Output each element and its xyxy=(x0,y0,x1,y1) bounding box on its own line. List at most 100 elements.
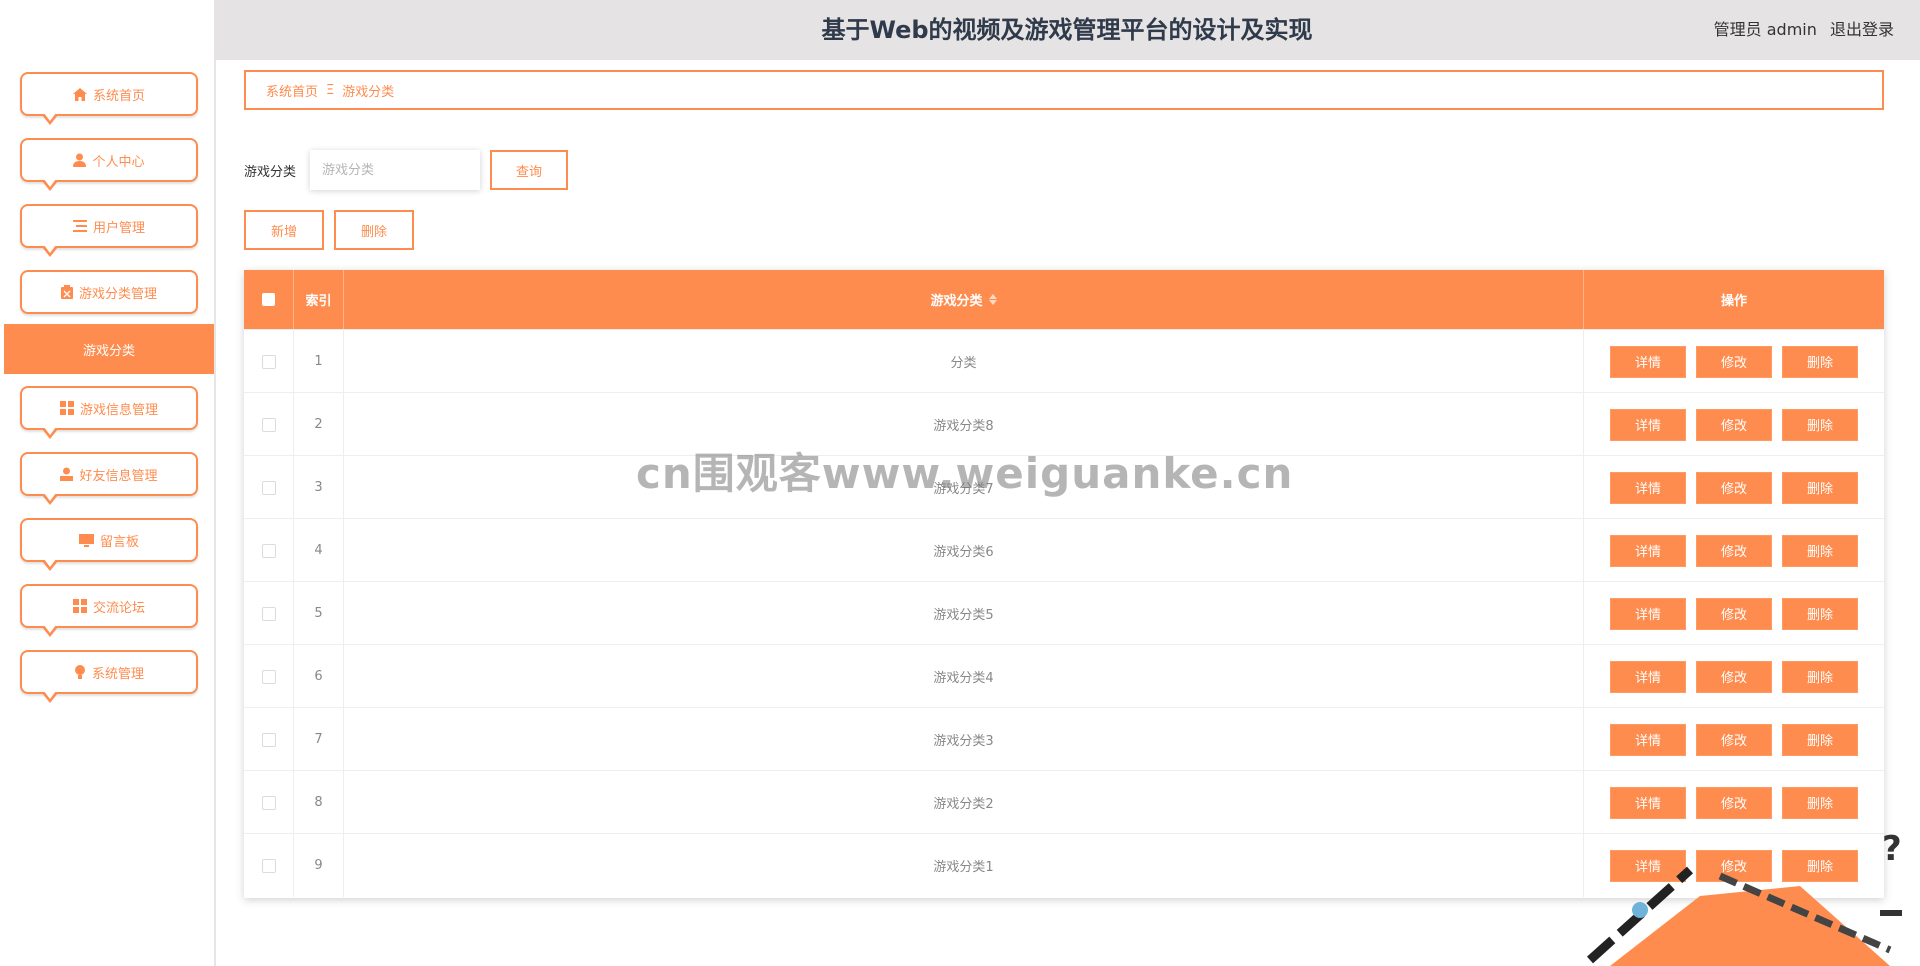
edit-button[interactable]: 修改 xyxy=(1696,723,1772,756)
row-checkbox[interactable] xyxy=(261,480,276,495)
row-category-name: 游戏分类3 xyxy=(344,708,1584,771)
column-header-category[interactable]: 游戏分类 xyxy=(344,270,1584,329)
row-check-cell xyxy=(244,771,294,834)
row-category-name: 游戏分类5 xyxy=(344,582,1584,645)
sidebar-item-message-board[interactable]: 留言板 xyxy=(20,518,198,571)
row-checkbox[interactable] xyxy=(261,795,276,810)
sidebar-item-forum[interactable]: 交流论坛 xyxy=(20,584,198,637)
row-delete-button[interactable]: 删除 xyxy=(1782,534,1858,567)
sidebar-item-game-category-mgmt[interactable]: 游戏分类管理 xyxy=(20,270,198,314)
table-row: 1 分类 详情 修改 删除 xyxy=(244,329,1884,393)
row-delete-button[interactable]: 删除 xyxy=(1782,345,1858,378)
row-checkbox[interactable] xyxy=(261,543,276,558)
sidebar-item-label: 游戏分类管理 xyxy=(78,286,157,302)
add-button[interactable]: 新增 xyxy=(244,210,324,250)
detail-button[interactable]: 详情 xyxy=(1610,471,1686,504)
detail-button[interactable]: 详情 xyxy=(1610,345,1686,378)
row-check-cell xyxy=(244,456,294,519)
row-checkbox[interactable] xyxy=(261,732,276,747)
row-actions: 详情 修改 删除 xyxy=(1584,582,1884,645)
row-delete-button[interactable]: 删除 xyxy=(1782,408,1858,441)
table-row: 6 游戏分类4 详情 修改 删除 xyxy=(244,644,1884,708)
row-checkbox[interactable] xyxy=(261,858,276,873)
table-row: 8 游戏分类2 详情 修改 删除 xyxy=(244,770,1884,834)
detail-button[interactable]: 详情 xyxy=(1610,597,1686,630)
grid-icon xyxy=(72,599,87,613)
row-check-cell xyxy=(244,645,294,708)
row-category-name: 游戏分类6 xyxy=(344,519,1584,582)
row-actions: 详情 修改 删除 xyxy=(1584,708,1884,771)
row-index: 6 xyxy=(294,645,344,708)
sidebar-item-friend-info-mgmt[interactable]: 好友信息管理 xyxy=(20,452,198,505)
row-delete-button[interactable]: 删除 xyxy=(1782,471,1858,504)
table-row: 5 游戏分类5 详情 修改 删除 xyxy=(244,581,1884,645)
sidebar-item-home[interactable]: 系统首页 xyxy=(20,72,198,125)
sidebar-item-label: 交流论坛 xyxy=(92,600,145,616)
sidebar-item-game-info-mgmt[interactable]: 游戏信息管理 xyxy=(20,386,198,439)
query-button[interactable]: 查询 xyxy=(490,150,568,190)
row-delete-button[interactable]: 删除 xyxy=(1782,723,1858,756)
page-title: 基于Web的视频及游戏管理平台的设计及实现 xyxy=(821,16,1313,44)
row-index: 4 xyxy=(294,519,344,582)
row-checkbox[interactable] xyxy=(261,606,276,621)
sidebar-item-profile[interactable]: 个人中心 xyxy=(20,138,198,191)
select-all-checkbox[interactable] xyxy=(262,293,275,306)
row-checkbox[interactable] xyxy=(261,354,276,369)
row-checkbox[interactable] xyxy=(261,669,276,684)
row-check-cell xyxy=(244,330,294,393)
clipboard-icon xyxy=(60,285,73,299)
detail-button[interactable]: 详情 xyxy=(1610,660,1686,693)
row-check-cell xyxy=(244,519,294,582)
row-delete-button[interactable]: 删除 xyxy=(1782,597,1858,630)
edit-button[interactable]: 修改 xyxy=(1696,345,1772,378)
search-input[interactable] xyxy=(310,150,480,190)
edit-button[interactable]: 修改 xyxy=(1696,408,1772,441)
select-all-cell xyxy=(244,270,294,329)
row-category-name: 分类 xyxy=(344,330,1584,393)
edit-button[interactable]: 修改 xyxy=(1696,786,1772,819)
delete-button[interactable]: 删除 xyxy=(334,210,414,250)
row-check-cell xyxy=(244,708,294,771)
sort-icon[interactable] xyxy=(988,294,997,305)
row-checkbox[interactable] xyxy=(261,417,276,432)
sidebar-item-label: 留言板 xyxy=(99,534,139,550)
bulb-icon xyxy=(74,665,86,679)
row-index: 3 xyxy=(294,456,344,519)
sidebar: 系统首页 个人中心 用户管理 游戏分类管理 游戏分类 游戏信息管理 好友信息管理… xyxy=(0,0,216,966)
detail-button[interactable]: 详情 xyxy=(1610,786,1686,819)
row-delete-button[interactable]: 删除 xyxy=(1782,786,1858,819)
sidebar-item-label: 个人中心 xyxy=(92,154,145,170)
logout-link[interactable]: 退出登录 xyxy=(1830,20,1894,39)
row-actions: 详情 修改 删除 xyxy=(1584,645,1884,708)
sidebar-subitem-label: 游戏分类 xyxy=(82,343,135,359)
column-header-label: 游戏分类 xyxy=(930,294,983,309)
breadcrumb-separator: Ξ xyxy=(326,82,335,98)
user-label: 管理员 admin xyxy=(1713,20,1817,39)
row-actions: 详情 修改 删除 xyxy=(1584,519,1884,582)
edit-button[interactable]: 修改 xyxy=(1696,471,1772,504)
breadcrumb-home[interactable]: 系统首页 xyxy=(266,81,318,100)
table-row: 4 游戏分类6 详情 修改 删除 xyxy=(244,518,1884,582)
detail-button[interactable]: 详情 xyxy=(1610,723,1686,756)
edit-button[interactable]: 修改 xyxy=(1696,660,1772,693)
row-index: 1 xyxy=(294,330,344,393)
data-table: 索引 游戏分类 操作 1 分类 详情 修改 删除 2 游戏分类8 详情 修改 删除 3 游戏分类7 详情… xyxy=(244,270,1884,898)
detail-button[interactable]: 详情 xyxy=(1610,408,1686,441)
edit-button[interactable]: 修改 xyxy=(1696,597,1772,630)
row-index: 8 xyxy=(294,771,344,834)
sidebar-item-label: 系统管理 xyxy=(91,666,144,682)
search-label: 游戏分类 xyxy=(244,165,297,180)
row-delete-button[interactable]: 删除 xyxy=(1782,660,1858,693)
sidebar-item-label: 游戏信息管理 xyxy=(79,402,158,418)
user-area: 管理员 admin 退出登录 xyxy=(1706,0,1894,60)
edit-button[interactable]: 修改 xyxy=(1696,534,1772,567)
list-icon xyxy=(72,220,87,232)
sidebar-item-users[interactable]: 用户管理 xyxy=(20,204,198,257)
top-bar: 基于Web的视频及游戏管理平台的设计及实现 管理员 admin 退出登录 xyxy=(214,0,1920,60)
detail-button[interactable]: 详情 xyxy=(1610,534,1686,567)
sidebar-item-system-mgmt[interactable]: 系统管理 xyxy=(20,650,198,703)
column-header-actions: 操作 xyxy=(1720,294,1747,309)
row-actions: 详情 修改 删除 xyxy=(1584,330,1884,393)
sidebar-subitem-game-category[interactable]: 游戏分类 xyxy=(4,324,214,374)
row-category-name: 游戏分类2 xyxy=(344,771,1584,834)
